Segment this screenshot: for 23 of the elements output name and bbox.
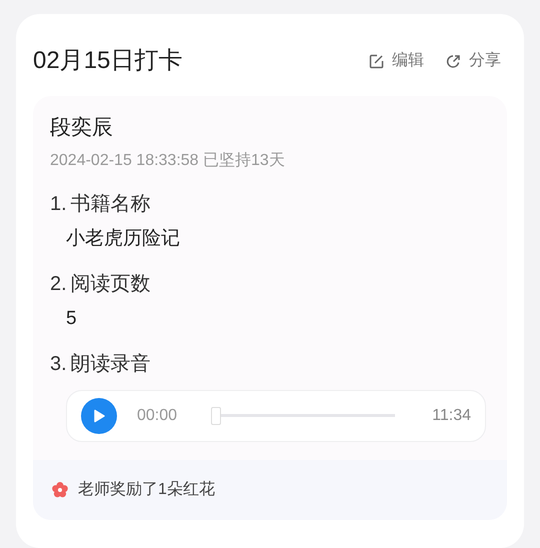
- progress-track[interactable]: [211, 407, 396, 425]
- question-number: 1.: [50, 192, 67, 217]
- play-button[interactable]: [81, 398, 117, 434]
- edit-icon: [369, 54, 384, 68]
- edit-button[interactable]: 编辑: [369, 49, 424, 73]
- current-time: 00:00: [137, 406, 178, 426]
- share-button[interactable]: 分享: [446, 49, 501, 73]
- play-icon: [93, 409, 105, 423]
- student-name: 段奕辰: [50, 115, 114, 141]
- question-label: 书籍名称: [70, 192, 151, 217]
- answer-text: 5: [66, 307, 78, 331]
- share-icon: [446, 54, 461, 68]
- question-label: 朗读录音: [70, 352, 151, 377]
- duration: 11:34: [432, 406, 471, 426]
- timestamp: 2024-02-15 18:33:58 已坚持13天: [50, 151, 286, 171]
- answer-text: 小老虎历险记: [66, 227, 181, 251]
- slider-thumb[interactable]: [211, 407, 222, 425]
- question-number: 3.: [50, 352, 67, 377]
- card-title: 02月15日打卡: [33, 46, 182, 76]
- reward-text: 老师奖励了1朵红花: [78, 480, 215, 500]
- question-label: 阅读页数: [70, 272, 151, 297]
- question-number: 2.: [50, 272, 67, 297]
- flower-icon: [51, 481, 69, 499]
